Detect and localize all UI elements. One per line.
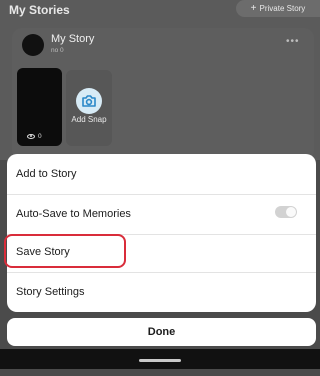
view-count-value: 0 xyxy=(38,133,42,140)
menu-item-label: Auto-Save to Memories xyxy=(16,208,131,220)
screen: My Stories + Private Story My Story no 0… xyxy=(0,0,320,376)
menu-item-label: Save Story xyxy=(16,246,70,258)
done-button[interactable]: Done xyxy=(7,318,316,346)
menu-item-save-story[interactable]: Save Story xyxy=(7,232,316,272)
avatar[interactable] xyxy=(22,34,44,56)
camera-icon xyxy=(76,88,102,114)
story-name: My Story xyxy=(51,33,95,45)
plus-icon: + xyxy=(250,2,257,14)
story-action-sheet: Add to Story Auto-Save to Memories Save … xyxy=(7,154,316,312)
menu-item-auto-save[interactable]: Auto-Save to Memories xyxy=(7,194,316,234)
story-subtitle: no 0 xyxy=(51,47,64,54)
auto-save-toggle[interactable] xyxy=(275,206,297,218)
private-story-label: Private Story xyxy=(259,4,306,13)
view-count: 0 xyxy=(27,133,42,140)
eye-icon xyxy=(27,134,35,139)
more-icon[interactable]: ••• xyxy=(286,36,300,47)
private-story-button[interactable]: + Private Story xyxy=(236,0,320,17)
menu-item-label: Add to Story xyxy=(16,168,77,180)
story-thumbnail[interactable]: 0 xyxy=(17,68,62,146)
add-snap-label: Add Snap xyxy=(71,115,107,124)
home-indicator[interactable] xyxy=(139,359,181,362)
toggle-knob xyxy=(286,207,296,217)
menu-item-label: Story Settings xyxy=(16,286,85,298)
add-snap-button[interactable]: Add Snap xyxy=(66,70,112,146)
menu-item-story-settings[interactable]: Story Settings xyxy=(7,272,316,312)
menu-item-add-to-story[interactable]: Add to Story xyxy=(7,154,316,194)
section-title: My Stories xyxy=(9,3,70,17)
